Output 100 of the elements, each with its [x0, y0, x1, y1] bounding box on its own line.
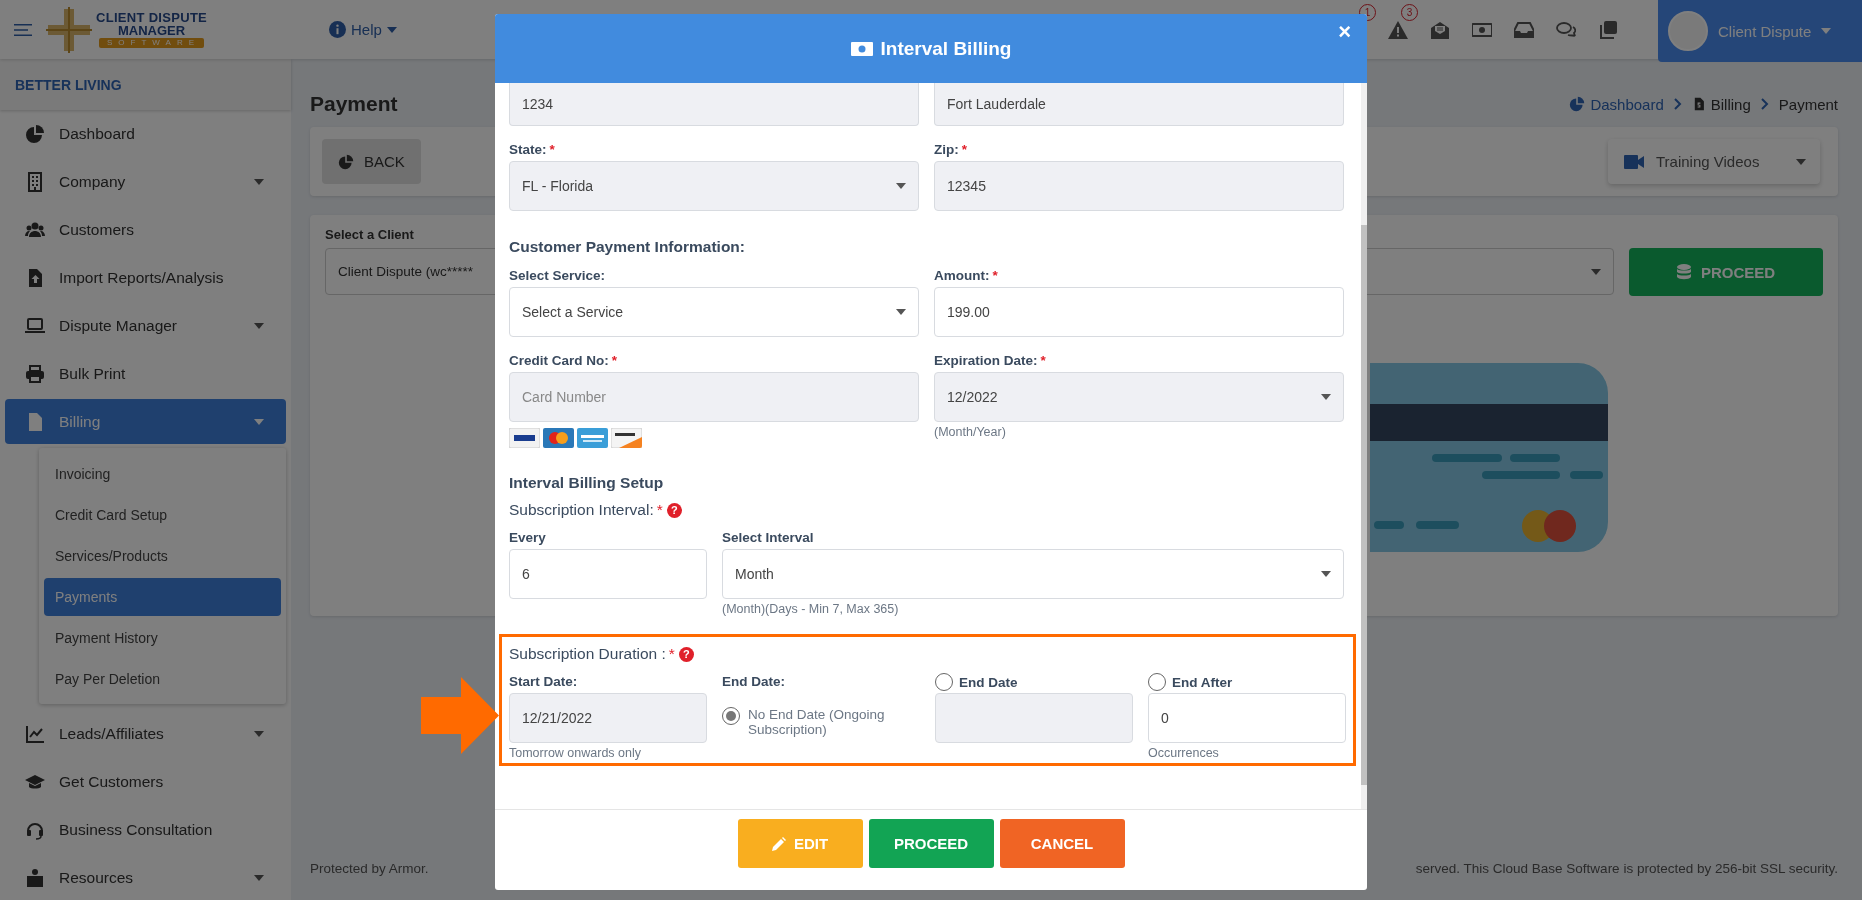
radio-button[interactable]: [935, 673, 953, 691]
box-icon: [25, 868, 45, 888]
sidebar-item[interactable]: Billing: [5, 399, 286, 444]
sidebar-item[interactable]: Get Customers: [5, 758, 286, 806]
envelope-icon[interactable]: [1430, 19, 1450, 40]
training-videos-dropdown[interactable]: Training Videos: [1608, 139, 1820, 184]
section-heading: Interval Billing Setup: [509, 474, 665, 492]
users-icon: [25, 220, 45, 240]
field-hint: Occurrences: [1148, 746, 1220, 760]
sidebar-item[interactable]: Bulk Print: [5, 350, 286, 398]
logo-tagline: SOFTWARE: [99, 38, 205, 48]
radio-button[interactable]: [1148, 673, 1166, 691]
footer-text: served. This Cloud Base Software is protected by 256-bit SSL security.: [1415, 861, 1838, 876]
field-label: Credit Card No: *: [509, 352, 619, 370]
radio-button[interactable]: [722, 707, 740, 725]
avatar-icon: [1668, 11, 1708, 51]
radio-label: End Date: [959, 674, 1018, 690]
line-chart-icon: [25, 724, 45, 744]
field-hint: (Month)(Days - Min 7, Max 365): [722, 602, 900, 616]
sidebar-item[interactable]: Resources: [5, 854, 286, 900]
submenu-item[interactable]: Payment History: [39, 617, 286, 658]
input-field[interactable]: 6: [509, 549, 707, 599]
field-hint: Tomorrow onwards only: [509, 746, 642, 760]
card-brand-icon: [577, 428, 608, 448]
field-label: Amount: *: [934, 267, 999, 285]
laptop-icon: [25, 316, 45, 336]
submenu-item[interactable]: Payments: [44, 578, 281, 616]
chevron-right-icon: [1673, 98, 1682, 110]
field-label: State: *: [509, 141, 556, 159]
logo-text: MANAGER: [117, 24, 186, 37]
breadcrumb-link[interactable]: Dashboard: [1590, 95, 1664, 113]
footer-text: Protected by Armor.: [310, 861, 429, 876]
sidebar-item[interactable]: Company: [5, 158, 286, 206]
cancel-button[interactable]: CANCEL: [999, 819, 1125, 868]
sidebar-item[interactable]: Import Reports/Analysis: [5, 254, 286, 302]
section-heading: Customer Payment Information:: [509, 238, 746, 256]
pencil-icon: [771, 836, 786, 851]
organization-name: BETTER LIVING: [0, 59, 291, 110]
submenu-item[interactable]: Services/Products: [39, 535, 286, 576]
inbox-icon[interactable]: [1514, 19, 1534, 40]
caret-icon: [1591, 268, 1601, 275]
radio-label: No End Date (Ongoing Subscription): [748, 707, 886, 737]
video-camera-icon: [1624, 154, 1644, 169]
pie-chart-icon: [25, 124, 45, 144]
printer-icon: [25, 364, 45, 384]
caret-icon: [896, 183, 906, 189]
copy-icon[interactable]: [1598, 19, 1618, 40]
user-menu[interactable]: Client Dispute: [1658, 0, 1862, 62]
page-title: Payment: [310, 92, 398, 116]
building-icon: [25, 172, 45, 192]
pie-chart-icon: [338, 153, 354, 170]
radio-label: End After: [1172, 674, 1233, 690]
modal-title: Interval Billing: [880, 37, 1012, 60]
sidebar-item[interactable]: Business Consultation: [5, 806, 286, 854]
card-brand-icon: [509, 428, 540, 448]
caret-icon: [1796, 158, 1806, 165]
chat-icon[interactable]: [1556, 19, 1576, 40]
submenu-item[interactable]: Pay Per Deletion: [39, 658, 286, 699]
logo-text: CLIENT DISPUTE: [96, 11, 208, 24]
sidebar-item[interactable]: Dashboard: [5, 110, 286, 158]
section-title: Subscription Duration : *: [509, 645, 675, 663]
card-brand-icon: [611, 428, 642, 448]
database-icon: [1676, 264, 1691, 280]
proceed-button[interactable]: PROCEED: [868, 819, 994, 868]
pie-chart-icon: [1569, 96, 1586, 112]
field-label: Select Service:: [509, 267, 607, 285]
headset-icon: [25, 820, 45, 840]
sidebar-item[interactable]: Dispute Manager: [5, 302, 286, 350]
card-brand-icon: [543, 428, 574, 448]
sidebar-item[interactable]: Leads/Affiliates: [5, 710, 286, 758]
field-label: End Date:: [722, 673, 786, 691]
input-field[interactable]: 0: [1148, 693, 1346, 743]
field-label: Select a Client: [325, 227, 415, 242]
warning-icon[interactable]: [1388, 19, 1408, 40]
sidebar-item[interactable]: Customers: [5, 206, 286, 254]
help-menu[interactable]: Help: [323, 20, 403, 39]
help-icon[interactable]: ?: [678, 646, 694, 662]
field-label: Every: [509, 529, 547, 547]
back-button[interactable]: BACK: [322, 139, 421, 184]
section-title: Subscription Interval: *: [509, 501, 663, 519]
select-field[interactable]: Select a Service: [509, 287, 919, 337]
caret-icon: [896, 309, 906, 315]
field-label: Zip: *: [934, 141, 968, 159]
breadcrumb-link[interactable]: Billing: [1710, 95, 1751, 113]
caret-icon: [386, 26, 397, 33]
submenu-item[interactable]: Credit Card Setup: [39, 494, 286, 535]
field-hint: (Month/Year): [934, 425, 1007, 439]
caret-icon: [1321, 394, 1331, 400]
input-field[interactable]: 199.00: [934, 287, 1344, 337]
field-label: Start Date:: [509, 673, 579, 691]
close-button[interactable]: ×: [1332, 20, 1357, 44]
field-label: Select Interval: [722, 529, 815, 547]
scrollbar[interactable]: [1361, 83, 1367, 809]
help-icon[interactable]: ?: [666, 502, 682, 518]
submenu-item[interactable]: Invoicing: [39, 453, 286, 494]
logo-icon: [46, 6, 92, 53]
chevron-right-icon: [1760, 98, 1769, 110]
caret-icon: [1821, 28, 1832, 34]
select-field[interactable]: Month: [722, 549, 1344, 599]
banknote-icon: [850, 41, 873, 56]
